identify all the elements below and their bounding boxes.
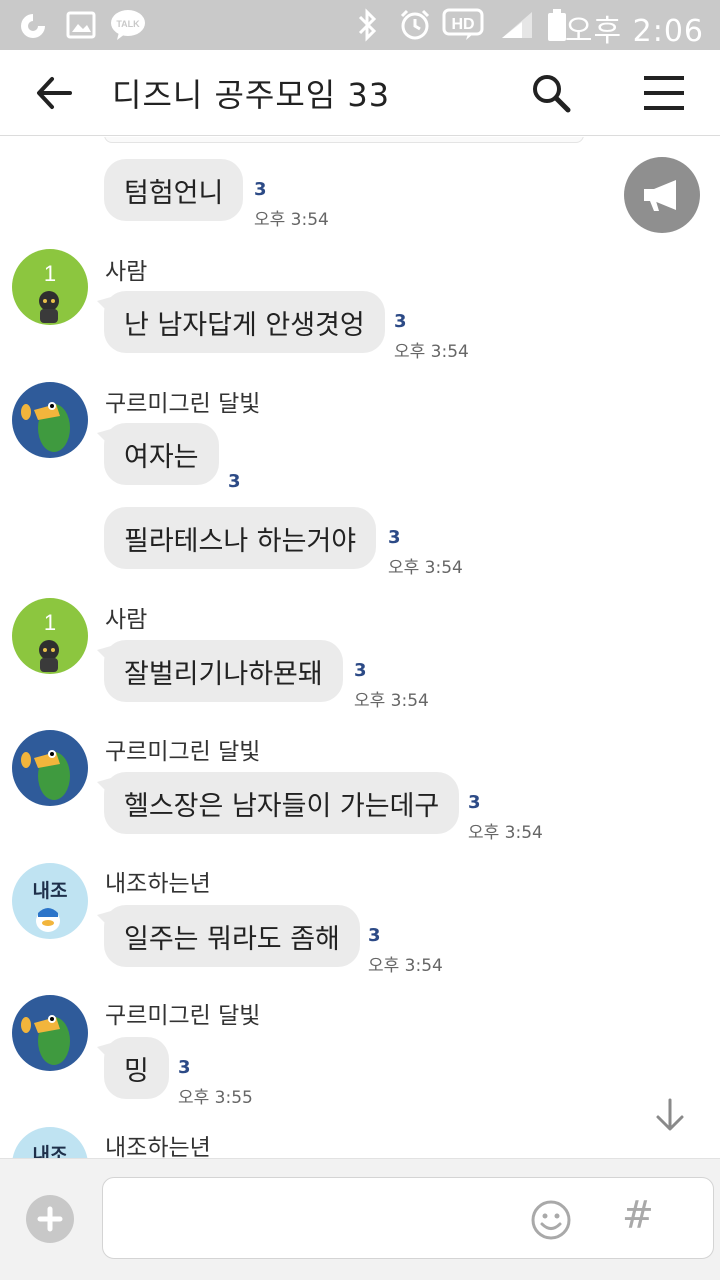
message-bubble[interactable]: 난 남자답게 안생겻엉 (97, 291, 385, 353)
message-time: 오후 3:54 (354, 691, 429, 711)
avatar[interactable]: 1 (12, 249, 88, 325)
message-bubble[interactable]: 텀험언니 (104, 159, 244, 221)
message-time: 오후 3:54 (394, 342, 469, 362)
chat-message-list[interactable]: 텀험언니 3 오후 3:54 1 사람 난 남자답게 안생겻엉 3 오후 3:5… (0, 137, 720, 1158)
message-bubble[interactable]: 밍 (97, 1037, 169, 1099)
avatar[interactable]: 1 (12, 598, 88, 674)
hd-voice-icon: HD (442, 8, 484, 42)
message-time: 오후 3:54 (388, 558, 463, 578)
message-input-bar: # (0, 1158, 720, 1280)
avatar-label: 1 (44, 261, 56, 286)
olleh-icon (16, 10, 50, 42)
duck-profile-icon: 내조 (12, 1127, 88, 1158)
arrow-down-icon (656, 1098, 684, 1131)
talk-notification-icon: TALK (110, 8, 146, 42)
avatar-label: 내조 (33, 880, 68, 902)
avatar[interactable] (12, 382, 88, 458)
message-bubble[interactable]: 헬스장은 남자들이 가는데구 (96, 772, 460, 834)
avatar[interactable] (12, 995, 88, 1071)
message-time: 오후 3:54 (368, 956, 443, 976)
avatar[interactable] (12, 730, 88, 806)
signal-icon (500, 10, 534, 40)
message-text: 헬스장은 남자들이 가는데구 (124, 790, 440, 822)
ryan-profile-icon: 1 (12, 249, 88, 325)
unread-count: 3 (368, 925, 381, 946)
sender-name: 구르미그린 달빛 (105, 739, 261, 765)
unread-count: 3 (388, 527, 401, 548)
message-text: 잘벌리기나하묜돼 (124, 658, 323, 690)
plus-icon (37, 1206, 63, 1232)
message-text: 텀험언니 (124, 177, 224, 209)
dragon-profile-icon (12, 730, 88, 806)
message-bubble[interactable]: 잘벌리기나하묜돼 (97, 640, 343, 702)
message-bubble[interactable]: 일주는 뭐라도 좀해 (97, 905, 360, 967)
status-time: 오후 2:06 (564, 14, 704, 49)
message-bubble[interactable]: 여자는 (97, 423, 219, 485)
unread-count: 3 (178, 1057, 191, 1078)
avatar[interactable]: 내조 (12, 863, 88, 939)
unread-count: 3 (228, 471, 241, 492)
avatar[interactable]: 내조 (12, 1127, 88, 1158)
search-button[interactable] (528, 70, 574, 116)
dragon-profile-icon (12, 382, 88, 458)
message-bubble[interactable]: 필라테스나 하는거야 (104, 507, 377, 569)
emoticon-button[interactable] (530, 1199, 572, 1241)
duck-profile-icon: 내조 (12, 863, 88, 939)
message-text: 밍 (124, 1055, 149, 1087)
message-text: 일주는 뭐라도 좀해 (124, 923, 340, 955)
dragon-profile-icon (12, 995, 88, 1071)
message-time: 오후 3:54 (468, 823, 543, 843)
sender-name: 사람 (105, 607, 148, 633)
unread-count: 3 (394, 311, 407, 332)
back-button[interactable] (30, 70, 80, 116)
arrow-left-icon (37, 77, 72, 109)
avatar-label: 1 (44, 610, 56, 635)
message-time: 오후 3:54 (254, 210, 329, 230)
sender-name: 내조하는년 (105, 1135, 211, 1158)
chat-room-title: 디즈니 공주모임 33 (112, 76, 391, 114)
gallery-notification-icon (66, 10, 96, 40)
avatar-label: 내조 (33, 1144, 68, 1158)
sender-name: 구르미그린 달빛 (105, 1003, 261, 1029)
unread-count: 3 (254, 179, 267, 200)
message-text: 여자는 (124, 441, 199, 473)
unread-count: 3 (354, 660, 367, 681)
notice-button[interactable] (624, 157, 700, 233)
attach-button[interactable] (26, 1195, 74, 1243)
message-time: 오후 3:55 (178, 1088, 253, 1108)
search-icon (533, 75, 571, 113)
unread-count: 3 (468, 792, 481, 813)
sender-name: 사람 (105, 259, 148, 285)
talk-badge-text: TALK (116, 19, 140, 29)
message-text: 난 남자답게 안생겻엉 (124, 309, 365, 341)
status-bar: TALK HD 오후 2:06 (0, 0, 720, 50)
hd-label: HD (451, 16, 474, 33)
megaphone-icon (644, 180, 676, 211)
chat-header: 디즈니 공주모임 33 (0, 50, 720, 136)
alarm-icon (398, 8, 432, 42)
hamburger-menu-icon (644, 76, 684, 110)
bluetooth-icon (354, 8, 380, 42)
previous-message-bubble (104, 137, 584, 143)
menu-button[interactable] (640, 72, 688, 114)
hash-icon[interactable]: # (622, 1193, 654, 1237)
message-text: 필라테스나 하는거야 (124, 525, 357, 557)
scroll-to-bottom-button[interactable] (650, 1097, 690, 1133)
smiley-icon (531, 1200, 571, 1240)
sender-name: 내조하는년 (105, 871, 211, 897)
sender-name: 구르미그린 달빛 (105, 391, 261, 417)
ryan-profile-icon: 1 (12, 598, 88, 674)
